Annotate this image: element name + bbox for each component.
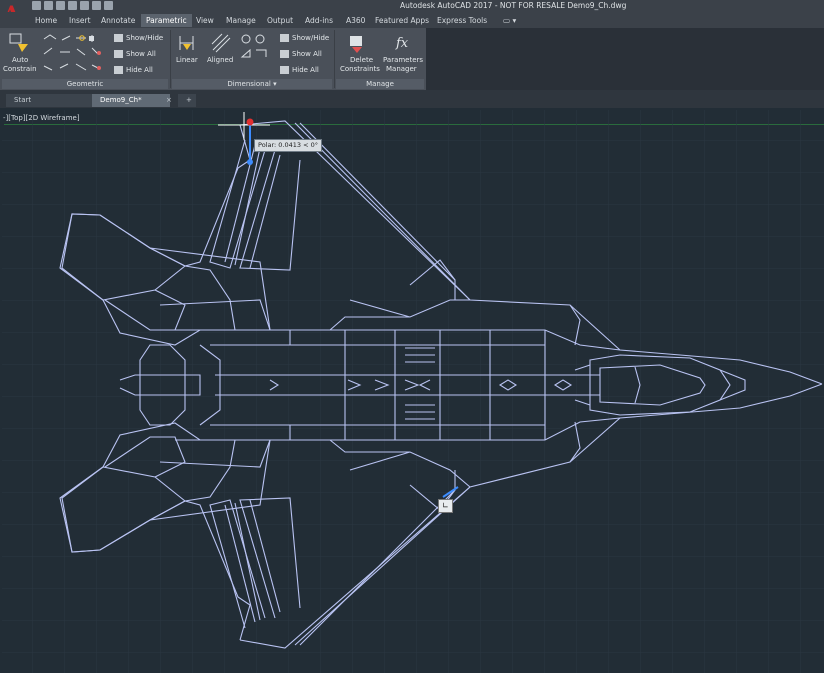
dimensional-panel-label[interactable]: Dimensional ▾ <box>172 79 332 89</box>
window-title: Autodesk AutoCAD 2017 - NOT FOR RESALE D… <box>400 1 627 10</box>
tab-home[interactable]: Home <box>30 14 62 27</box>
document-tab-bar: Start Demo9_Ch* × + <box>0 90 824 108</box>
manage-panel-label[interactable]: Manage <box>336 79 424 89</box>
parameters-manager-label-1[interactable]: Parameters <box>383 56 423 64</box>
tab-featured-apps[interactable]: Featured Apps <box>370 14 434 27</box>
aligned-dimension-icon[interactable] <box>210 32 232 54</box>
title-bar: Autodesk AutoCAD 2017 - NOT FOR RESALE D… <box>0 0 824 12</box>
dim-show-all-icon <box>280 50 289 58</box>
geometric-hide-all[interactable]: Hide All <box>126 66 153 74</box>
ribbon-panels: Auto Constrain Show/Hide Show All Hide A… <box>0 28 426 90</box>
polar-tracking-tooltip: Polar: 0.0413 < 0° <box>254 139 322 152</box>
quick-access-toolbar <box>32 1 113 10</box>
geometric-show-all[interactable]: Show All <box>126 50 156 58</box>
tab-manage[interactable]: Manage <box>221 14 261 27</box>
ribbon-empty-area <box>426 28 824 90</box>
tab-close-icon[interactable]: × <box>158 94 176 107</box>
new-tab-button[interactable]: + <box>178 94 196 107</box>
dimensional-show-all[interactable]: Show All <box>292 50 322 58</box>
auto-constrain-icon[interactable] <box>8 32 32 54</box>
dimensional-constraint-icons[interactable] <box>240 32 272 72</box>
save-icon[interactable] <box>56 1 65 10</box>
open-file-icon[interactable] <box>44 1 53 10</box>
delete-constraints-label-2[interactable]: Constraints <box>340 65 380 73</box>
panel-divider <box>334 30 335 88</box>
perpendicular-snap-icon: ∟ <box>438 499 453 513</box>
show-all-constraints-icon <box>114 50 123 58</box>
dim-hide-all-icon <box>280 66 289 74</box>
parameters-manager-label-2[interactable]: Manager <box>386 65 417 73</box>
auto-constrain-label-1[interactable]: Auto <box>12 56 28 64</box>
tab-output[interactable]: Output <box>262 14 298 27</box>
ribbon-minimize-icon[interactable]: ▭ ▾ <box>498 14 521 27</box>
geometric-show-hide[interactable]: Show/Hide <box>126 34 163 42</box>
dimensional-panel-title: Dimensional <box>227 80 271 88</box>
fx-parameters-icon[interactable]: fx <box>396 36 408 51</box>
dimensional-show-hide[interactable]: Show/Hide <box>292 34 329 42</box>
tab-add-ins[interactable]: Add-ins <box>300 14 338 27</box>
delete-constraints-icon[interactable] <box>346 32 368 54</box>
tab-insert[interactable]: Insert <box>64 14 96 27</box>
hide-all-constraints-icon <box>114 66 123 74</box>
redo-icon[interactable] <box>104 1 113 10</box>
tab-annotate[interactable]: Annotate <box>96 14 140 27</box>
viewport-controls[interactable]: -][Top][2D Wireframe] <box>3 114 80 122</box>
delete-constraints-label-1[interactable]: Delete <box>350 56 373 64</box>
new-file-icon[interactable] <box>32 1 41 10</box>
auto-constrain-label-2[interactable]: Constrain <box>3 65 37 73</box>
show-hide-constraints-icon <box>114 34 123 42</box>
tab-express-tools[interactable]: Express Tools <box>432 14 492 27</box>
plot-icon[interactable] <box>80 1 89 10</box>
tab-start[interactable]: Start <box>6 94 94 107</box>
undo-icon[interactable] <box>92 1 101 10</box>
aircraft-drawing[interactable] <box>0 108 824 673</box>
geometric-panel-label[interactable]: Geometric <box>2 79 168 89</box>
tab-parametric[interactable]: Parametric <box>141 14 192 27</box>
save-as-icon[interactable] <box>68 1 77 10</box>
tab-view[interactable]: View <box>191 14 219 27</box>
tab-a360[interactable]: A360 <box>341 14 370 27</box>
linear-label[interactable]: Linear <box>176 56 198 64</box>
panel-divider <box>170 30 171 88</box>
grip-endpoint-red[interactable] <box>246 118 254 126</box>
aligned-label[interactable]: Aligned <box>207 56 233 64</box>
ribbon-tab-bar: Home Insert Annotate Parametric View Man… <box>0 12 824 28</box>
geometric-constraint-icons[interactable] <box>42 32 104 74</box>
linear-dimension-icon[interactable] <box>178 32 196 54</box>
dimensional-hide-all[interactable]: Hide All <box>292 66 319 74</box>
grip-endpoint-blue[interactable] <box>247 159 253 165</box>
dim-show-hide-icon <box>280 34 289 42</box>
